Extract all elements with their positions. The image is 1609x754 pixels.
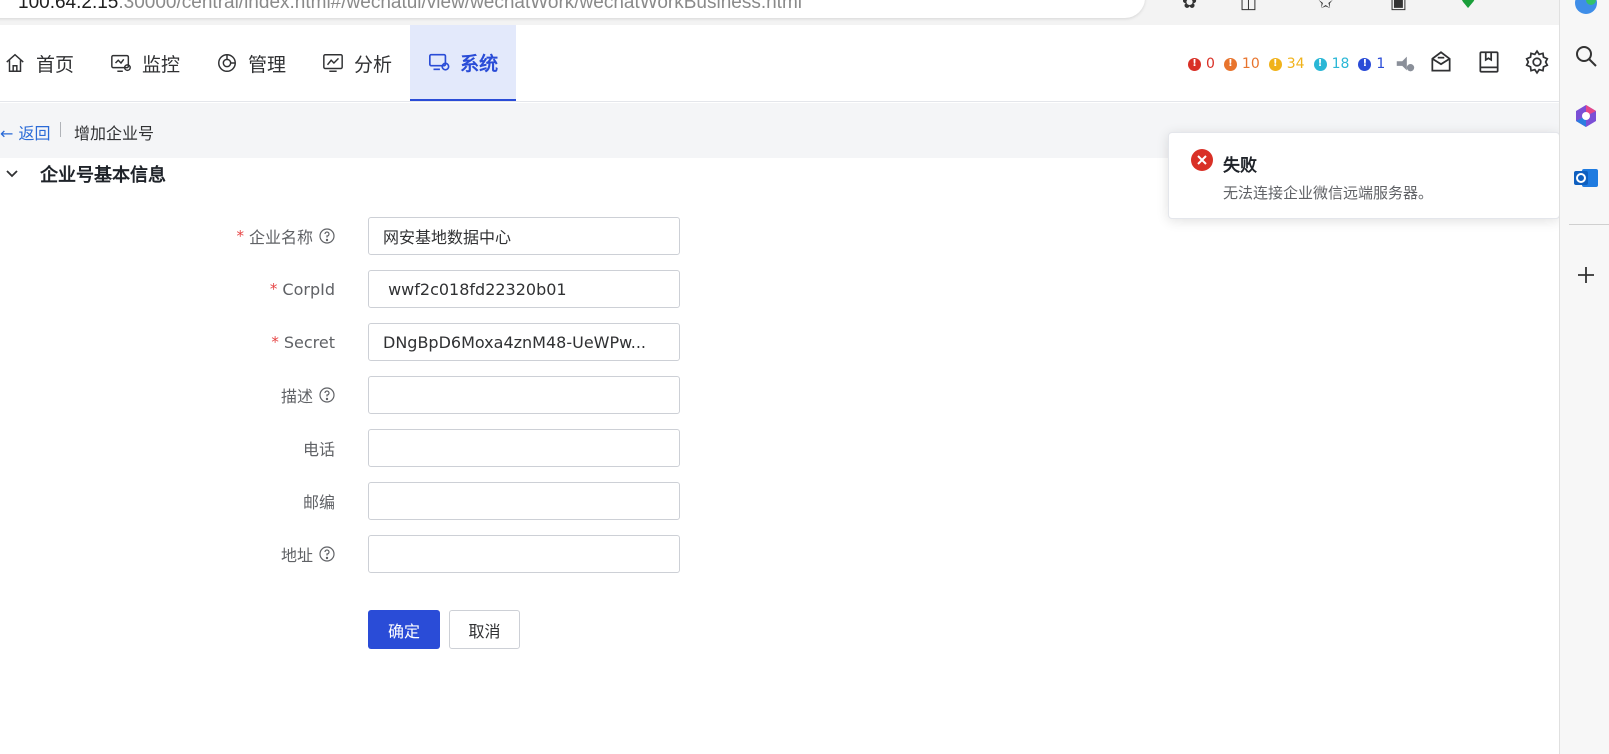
breadcrumb-divider [60, 122, 61, 137]
section-header[interactable]: 企业号基本信息 [0, 161, 166, 187]
chevron-down-icon[interactable] [4, 166, 20, 182]
required-marker: * [236, 227, 244, 245]
help-icon[interactable] [319, 228, 335, 244]
alert-count: 10 [1241, 56, 1260, 72]
book-icon[interactable] [1476, 49, 1502, 75]
alert-settings-icon[interactable] [1394, 53, 1416, 75]
alert-count: 18 [1331, 56, 1350, 72]
nav-item-label: 管理 [248, 53, 287, 76]
field-label: * CorpId [269, 279, 335, 299]
help-icon[interactable] [319, 546, 335, 562]
nav-item-label: 首页 [36, 53, 75, 76]
nav-item-analysis[interactable]: 分析 [304, 25, 410, 101]
back-link[interactable]: ← 返回 [0, 120, 51, 144]
confirm-button[interactable]: 确定 [368, 610, 440, 649]
back-arrow-icon: ← [0, 124, 19, 143]
help-icon[interactable] [319, 387, 335, 403]
notification-title: 失败 [1223, 156, 1257, 176]
field-label: 描述 [281, 376, 335, 414]
alert-minor[interactable]: ! 34 [1268, 56, 1305, 72]
section-title: 企业号基本信息 [40, 165, 166, 186]
required-marker: * [271, 333, 279, 351]
form-row-corpid: * CorpId wwf2c018fd22320b01 [0, 270, 700, 308]
cancel-button[interactable]: 取消 [449, 610, 520, 649]
form-row-company-name: * 企业名称 网安基地数据中心 [0, 217, 700, 255]
m365-icon[interactable] [1573, 103, 1599, 129]
browser-sidebar [1559, 0, 1609, 754]
page-title: 增加企业号 [74, 124, 155, 143]
phone-input[interactable] [368, 429, 680, 467]
company-name-input[interactable]: 网安基地数据中心 [368, 217, 680, 255]
secret-input[interactable]: DNgBpD6Moxa4znM48-UeWPw... [368, 323, 680, 361]
corpid-input[interactable]: wwf2c018fd22320b01 [368, 270, 680, 308]
field-label: * 企业名称 [236, 217, 335, 255]
description-input[interactable] [368, 376, 680, 414]
field-label: 邮编 [302, 493, 335, 512]
main-nav: 首页 监控 管理 分析 系统 [0, 25, 517, 102]
nav-item-label: 监控 [142, 53, 181, 76]
field-label: 地址 [281, 535, 335, 573]
alert-info[interactable]: ! 1 [1358, 56, 1385, 72]
message-icon[interactable] [1428, 49, 1454, 75]
form-row-address: 地址 [0, 535, 700, 573]
analysis-icon [323, 54, 343, 72]
nav-item-monitor[interactable]: 监控 [92, 25, 198, 101]
back-label: 返回 [18, 124, 51, 143]
error-icon [1191, 149, 1213, 171]
sidebar-divider [1569, 224, 1609, 225]
monitor-icon [111, 54, 131, 72]
form-row-description: 描述 [0, 376, 700, 414]
favorites-icon[interactable]: ✩ [1318, 0, 1333, 13]
nav-item-label: 分析 [354, 53, 393, 76]
browser-toolbar: 100.64.2.15:30000/central/index.html#/we… [0, 0, 1559, 25]
nav-item-home[interactable]: 首页 [0, 25, 92, 101]
nav-item-system[interactable]: 系统 [410, 25, 517, 101]
field-label: * Secret [271, 332, 335, 352]
error-notification: 失败 无法连接企业微信远端服务器。 [1168, 132, 1560, 219]
alert-count: 34 [1286, 56, 1305, 72]
alert-warning[interactable]: ! 18 [1313, 56, 1350, 72]
notification-message: 无法连接企业微信远端服务器。 [1223, 184, 1434, 202]
extensions-icon[interactable]: ✿ [1182, 0, 1197, 13]
warning-alert-icon: ! [1313, 57, 1327, 71]
nav-item-label: 系统 [460, 52, 499, 75]
alert-summary[interactable]: ! 0 ! 10 ! 34 ! 18 ! 1 [1188, 53, 1416, 75]
alert-count: 1 [1376, 56, 1386, 72]
form-row-postcode: 邮编 [0, 482, 700, 520]
add-icon[interactable] [1573, 262, 1599, 288]
form-row-secret: * Secret DNgBpD6Moxa4znM48-UeWPw... [0, 323, 700, 361]
manage-icon [218, 54, 237, 72]
copilot-icon[interactable] [1573, 0, 1599, 16]
minor-alert-icon: ! [1268, 57, 1282, 71]
nav-item-manage[interactable]: 管理 [198, 25, 304, 101]
major-alert-icon: ! [1223, 57, 1237, 71]
browser-essentials-icon[interactable]: ♥ [1460, 0, 1476, 13]
alert-critical[interactable]: ! 0 [1188, 56, 1215, 72]
gear-icon[interactable] [1524, 49, 1550, 75]
outlook-icon[interactable] [1573, 165, 1599, 191]
home-icon [6, 53, 24, 72]
system-icon [429, 53, 450, 71]
address-bar-url[interactable]: 100.64.2.15:30000/central/index.html#/we… [18, 0, 802, 14]
postcode-input[interactable] [368, 482, 680, 520]
collections-icon[interactable]: ▣ [1390, 0, 1407, 13]
required-marker: * [269, 280, 278, 298]
field-label: 电话 [302, 440, 335, 459]
search-icon[interactable] [1573, 43, 1599, 69]
address-bar[interactable]: 100.64.2.15:30000/central/index.html#/we… [0, 0, 1145, 18]
alert-count: 0 [1206, 56, 1215, 72]
info-alert-icon: ! [1358, 57, 1372, 71]
critical-alert-icon: ! [1188, 57, 1201, 71]
split-screen-icon[interactable]: ◫ [1240, 0, 1257, 13]
alert-major[interactable]: ! 10 [1223, 56, 1260, 72]
form-row-phone: 电话 [0, 429, 700, 467]
app-header: 首页 监控 管理 分析 系统 ! 0 ! 10 ! 34 ! 18 ! 1 [0, 25, 1559, 102]
address-input[interactable] [368, 535, 680, 573]
